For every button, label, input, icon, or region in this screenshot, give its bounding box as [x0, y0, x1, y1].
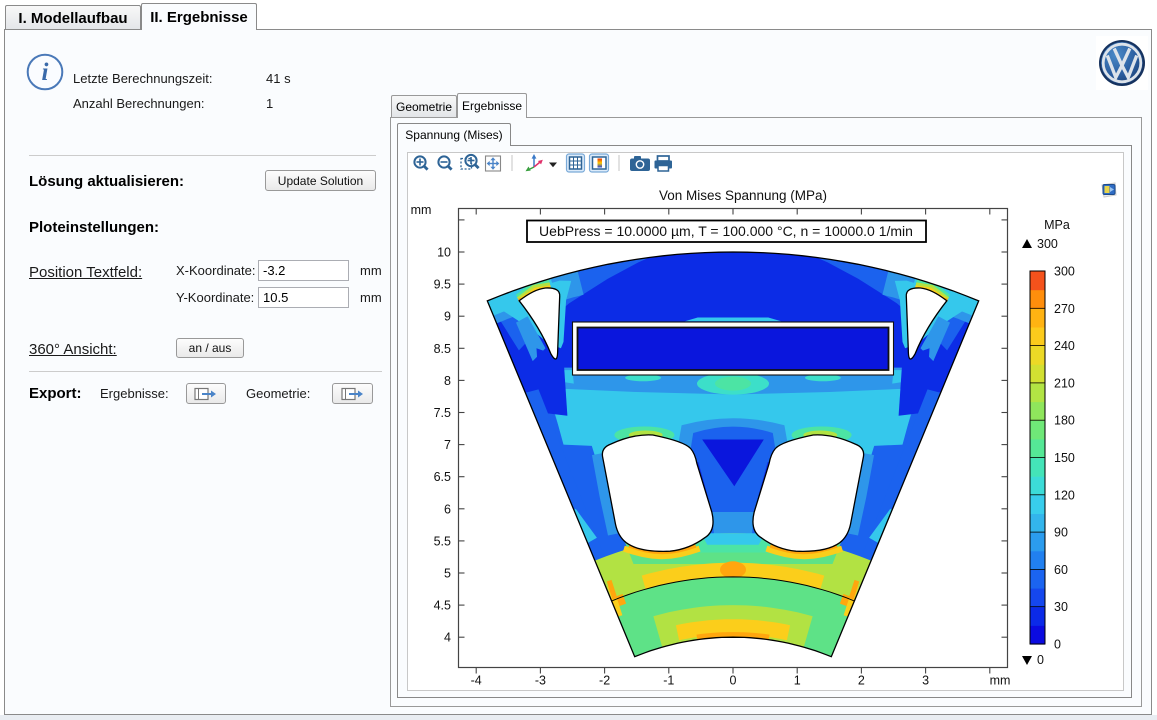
- svg-text:5: 5: [444, 567, 451, 581]
- svg-text:9: 9: [444, 310, 451, 324]
- svg-text:60: 60: [1054, 563, 1068, 577]
- svg-text:5.5: 5.5: [434, 534, 451, 548]
- svg-text:240: 240: [1054, 339, 1075, 353]
- svg-text:90: 90: [1054, 526, 1068, 540]
- svg-text:8.5: 8.5: [434, 342, 451, 356]
- svg-text:8: 8: [444, 374, 451, 388]
- svg-text:150: 150: [1054, 451, 1075, 465]
- svg-text:MPa: MPa: [1044, 218, 1070, 232]
- svg-text:210: 210: [1054, 376, 1075, 390]
- svg-text:6.5: 6.5: [434, 470, 451, 484]
- svg-text:-4: -4: [471, 674, 482, 688]
- svg-text:300: 300: [1054, 265, 1075, 279]
- svg-text:9.5: 9.5: [434, 278, 451, 292]
- svg-text:4.5: 4.5: [434, 599, 451, 613]
- svg-text:6: 6: [444, 502, 451, 516]
- svg-text:10: 10: [437, 246, 451, 260]
- svg-text:300: 300: [1037, 237, 1058, 251]
- svg-text:7: 7: [444, 438, 451, 452]
- svg-text:-1: -1: [663, 674, 674, 688]
- svg-text:UebPress = 10.0000 µm, T = 100: UebPress = 10.0000 µm, T = 100.000 °C, n…: [539, 223, 913, 239]
- svg-text:i: i: [42, 59, 49, 86]
- svg-text:-2: -2: [599, 674, 610, 688]
- svg-text:2: 2: [858, 674, 865, 688]
- svg-text:270: 270: [1054, 302, 1075, 316]
- svg-text:120: 120: [1054, 488, 1075, 502]
- svg-text:3: 3: [922, 674, 929, 688]
- svg-text:0: 0: [730, 674, 737, 688]
- svg-text:1: 1: [794, 674, 801, 688]
- svg-text:7.5: 7.5: [434, 406, 451, 420]
- svg-text:mm: mm: [411, 203, 432, 217]
- svg-text:Von Mises Spannung (MPa): Von Mises Spannung (MPa): [659, 188, 827, 203]
- svg-text:4: 4: [444, 631, 451, 645]
- svg-text:mm: mm: [990, 674, 1011, 688]
- svg-text:0: 0: [1037, 653, 1044, 667]
- svg-text:180: 180: [1054, 414, 1075, 428]
- svg-text:-3: -3: [535, 674, 546, 688]
- svg-text:0: 0: [1054, 638, 1061, 652]
- svg-text:30: 30: [1054, 600, 1068, 614]
